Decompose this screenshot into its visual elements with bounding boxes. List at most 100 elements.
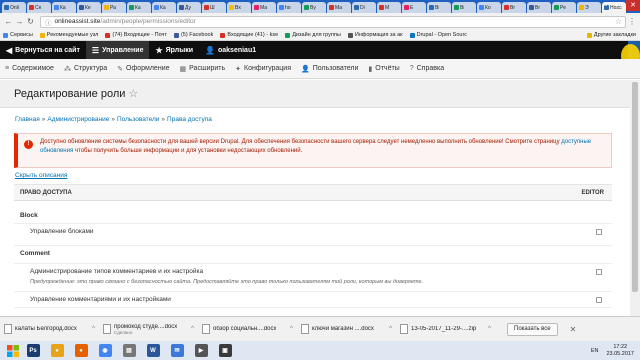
breadcrumb-link[interactable]: Права доступа: [167, 116, 212, 123]
chevron-up-icon[interactable]: ^: [389, 326, 394, 332]
address-host: onlineassist.site: [54, 18, 101, 25]
reload-icon[interactable]: ↻: [25, 17, 36, 26]
browser-tab[interactable]: Di: [352, 2, 376, 13]
download-item[interactable]: ключи магазин ....docx ^: [301, 320, 394, 339]
bookmark-item[interactable]: Drupal - Open Sourc: [409, 32, 467, 38]
page-scrollbar[interactable]: [630, 80, 640, 316]
browser-tab[interactable]: ho: [277, 2, 301, 13]
info-icon[interactable]: ⓘ: [45, 17, 52, 27]
taskbar-app[interactable]: W: [143, 342, 163, 359]
clock-date: 23.05.2017: [606, 350, 634, 357]
language-indicator[interactable]: EN: [591, 348, 599, 354]
browser-tab[interactable]: Ка: [127, 2, 151, 13]
browser-tab[interactable]: Ка: [152, 2, 176, 13]
taskbar-app[interactable]: ●: [47, 342, 67, 359]
download-filename: обзор социальн....docx: [213, 326, 277, 332]
browser-tab[interactable]: Ду: [177, 2, 201, 13]
bookmark-item[interactable]: Сервисы: [3, 32, 33, 38]
taskbar-app[interactable]: ▣: [215, 342, 235, 359]
chevron-up-icon[interactable]: ^: [290, 326, 295, 332]
forward-arrow-icon[interactable]: →: [14, 17, 25, 26]
hide-descriptions-link[interactable]: Скрыть описания: [15, 172, 67, 179]
shortcuts-button[interactable]: ★ Ярлыки: [149, 41, 199, 59]
browser-tab[interactable]: Ра: [102, 2, 126, 13]
permission-checkbox[interactable]: [596, 229, 602, 235]
browser-tab[interactable]: Bi: [427, 2, 451, 13]
scrollbar-thumb[interactable]: [632, 82, 638, 292]
windows-start-button[interactable]: [3, 342, 23, 359]
browser-tab[interactable]: Br: [527, 2, 551, 13]
tray-item[interactable]: ✦ Конфигурация: [230, 59, 296, 79]
browser-tab[interactable]: Ке: [77, 2, 101, 13]
breadcrumb-link[interactable]: Пользователи: [117, 116, 159, 123]
browser-tab[interactable]: Onli: [2, 2, 26, 13]
download-item[interactable]: калаты Белгород.docx ^: [4, 320, 97, 339]
taskbar-app[interactable]: ◉: [95, 342, 115, 359]
close-downloads-icon[interactable]: ✕: [570, 325, 577, 334]
tray-item[interactable]: ▦ Расширить: [175, 59, 231, 79]
minimize-button[interactable]: –: [598, 0, 612, 11]
taskbar-app[interactable]: ✉: [167, 342, 187, 359]
permission-checkbox[interactable]: [596, 297, 602, 303]
bookmark-item[interactable]: Информация за ак: [347, 32, 403, 38]
shortcut-star-icon[interactable]: ☆: [128, 87, 138, 100]
tray-item[interactable]: 👤 Пользователи: [296, 59, 363, 79]
browser-menu-icon[interactable]: ⋮: [626, 17, 638, 26]
browser-tab[interactable]: Ce: [27, 2, 51, 13]
bookmark-item[interactable]: Входящие (41) - kse: [220, 32, 278, 38]
manage-button[interactable]: ☰ Управление: [85, 41, 150, 59]
user-icon: 👤: [205, 45, 215, 55]
browser-tab[interactable]: Br: [502, 2, 526, 13]
bookmark-item[interactable]: (74) Входящие - Почт: [105, 32, 167, 38]
taskbar-app[interactable]: ▶: [191, 342, 211, 359]
browser-tab[interactable]: Ма: [327, 2, 351, 13]
browser-tab[interactable]: Ма: [252, 2, 276, 13]
close-window-button[interactable]: ✕: [626, 0, 640, 11]
browser-tab[interactable]: By: [302, 2, 326, 13]
user-button[interactable]: 👤 oakseniau1: [199, 41, 262, 59]
bookmark-item[interactable]: Рекомендуемые узл: [39, 32, 98, 38]
tray-item[interactable]: ? Справка: [405, 59, 449, 79]
taskbar-app[interactable]: ●: [71, 342, 91, 359]
file-icon: [301, 324, 309, 334]
chevron-up-icon[interactable]: ^: [191, 326, 196, 332]
bookmark-item[interactable]: Дизайн для группы: [285, 32, 341, 38]
other-bookmarks[interactable]: Другие закладки: [586, 32, 636, 38]
browser-tab[interactable]: Ка: [52, 2, 76, 13]
browser-tab[interactable]: Bx: [227, 2, 251, 13]
bookmark-item[interactable]: (5) Facebook: [173, 32, 213, 38]
chevron-up-icon[interactable]: ^: [488, 326, 493, 332]
maximize-button[interactable]: ▢: [612, 0, 626, 11]
download-item[interactable]: 13-05-2017_11-29-....zip ^: [400, 320, 493, 339]
clock[interactable]: 17:22 23.05.2017: [606, 344, 634, 358]
tab-title: Э: [585, 4, 589, 11]
tab-favicon-icon: [329, 5, 334, 10]
tray-item[interactable]: ≡ Содержимое: [0, 59, 59, 79]
browser-tab[interactable]: М: [377, 2, 401, 13]
browser-tab[interactable]: Ш: [202, 2, 226, 13]
address-bar[interactable]: ⓘ onlineassist.site/admin/people/permiss…: [40, 15, 626, 28]
bookmark-star-icon[interactable]: ☆: [615, 17, 622, 26]
bookmark-favicon-icon: [105, 32, 111, 38]
tray-item[interactable]: ⁂ Структура: [59, 59, 112, 79]
browser-tab[interactable]: E: [402, 2, 426, 13]
breadcrumb-link[interactable]: Администрирование: [47, 116, 109, 123]
chevron-up-icon[interactable]: ^: [92, 326, 97, 332]
taskbar-app[interactable]: ▤: [119, 342, 139, 359]
breadcrumb-link[interactable]: Главная: [15, 116, 40, 123]
tray-item-icon: ?: [409, 65, 414, 72]
browser-tab[interactable]: Bi: [452, 2, 476, 13]
tray-item[interactable]: ▮ Отчёты: [363, 59, 404, 79]
permission-checkbox[interactable]: [596, 269, 602, 275]
back-to-site-button[interactable]: ◀ Вернуться на сайт: [0, 41, 86, 59]
tab-favicon-icon: [404, 5, 409, 10]
tray-item[interactable]: ✎ Оформление: [112, 59, 174, 79]
back-arrow-icon[interactable]: ←: [3, 17, 14, 26]
show-all-downloads-button[interactable]: Показать все: [507, 322, 558, 336]
download-item[interactable]: обзор социальн....docx ^: [202, 320, 295, 339]
browser-tab[interactable]: Ко: [477, 2, 501, 13]
tab-favicon-icon: [579, 5, 584, 10]
download-item[interactable]: промокод студе....docx Сделано ^: [103, 320, 196, 339]
taskbar-app[interactable]: Ps: [23, 342, 43, 359]
browser-tab[interactable]: Ре: [552, 2, 576, 13]
